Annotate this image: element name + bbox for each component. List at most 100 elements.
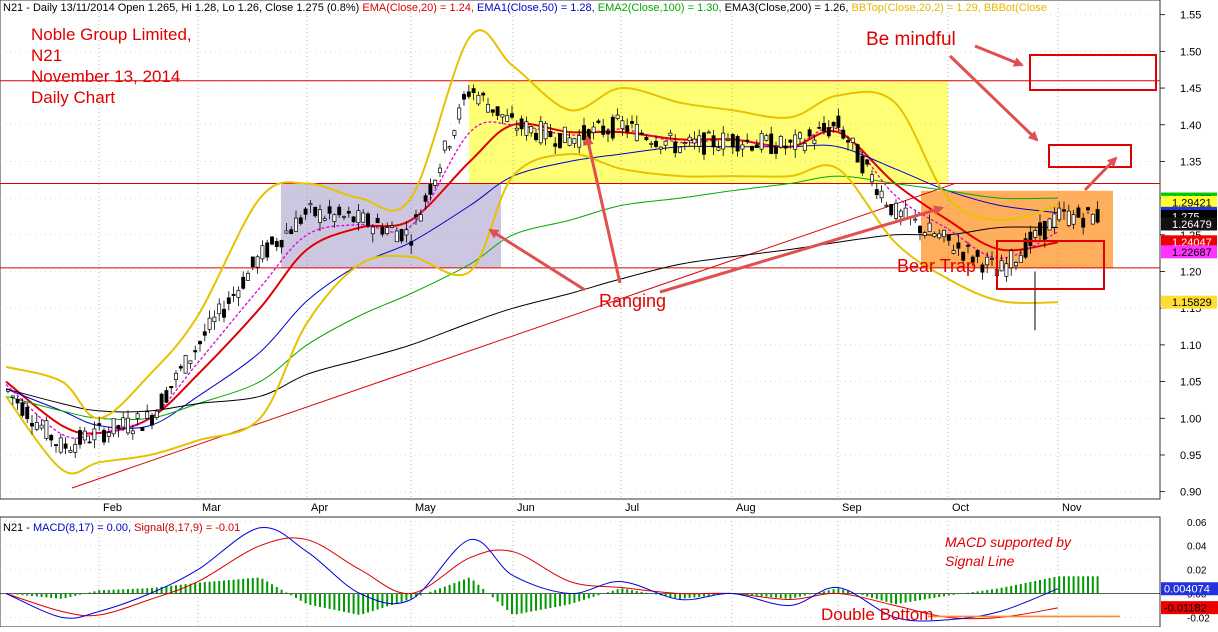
candle-body — [174, 372, 178, 380]
macd-label: 0.004074 — [1164, 584, 1210, 596]
candle-body — [898, 210, 903, 217]
y-tick-label: 1.05 — [1180, 377, 1201, 389]
candle-body — [836, 115, 841, 128]
candle-body — [265, 242, 270, 258]
candle-body — [438, 167, 442, 173]
candle-body — [202, 331, 207, 336]
chart-stage: 0.900.951.001.051.101.151.201.251.301.35… — [0, 0, 1218, 628]
candle-body — [601, 125, 606, 135]
candle-body — [1052, 213, 1057, 228]
x-tick-label-mar: Mar — [202, 502, 221, 514]
x-tick-label-nov: Nov — [1062, 502, 1082, 514]
candle-body — [874, 189, 879, 196]
candle-body — [337, 206, 342, 216]
candle-body — [135, 413, 140, 419]
candle-body — [346, 211, 351, 214]
candle-body — [433, 179, 438, 186]
candle-body — [159, 393, 164, 409]
macd-header-segment: Signal(8,17,9) = -0.01 — [134, 522, 240, 534]
macd-y-tick-label: 0.04 — [1187, 542, 1207, 553]
candle-body — [721, 132, 726, 150]
header-segment: BBBot(Close — [984, 2, 1047, 14]
candle-body — [826, 127, 831, 137]
candle-body — [414, 214, 418, 218]
y-tick-label: 1.40 — [1180, 120, 1201, 132]
y-tick-label: 1.20 — [1180, 267, 1201, 279]
bear-trap-label: Bear Trap — [897, 256, 976, 276]
candle-body — [58, 437, 63, 453]
candle-body — [34, 422, 39, 430]
candle-body — [423, 195, 428, 202]
candle-body — [750, 146, 754, 151]
candle-body — [1042, 220, 1047, 240]
y-tick-label: 0.95 — [1180, 450, 1201, 462]
candle-body — [351, 216, 356, 223]
candle-body — [471, 88, 476, 93]
candle-body — [198, 341, 202, 345]
candle-body — [178, 366, 183, 369]
candle-body — [404, 229, 409, 236]
candle-body — [572, 138, 577, 144]
candle-body — [390, 225, 394, 228]
candle-body — [942, 229, 946, 238]
candle-body — [130, 430, 135, 435]
candle-body — [63, 443, 68, 449]
candle-body — [596, 120, 601, 123]
candle-body — [548, 131, 553, 138]
title-line-4: Daily Chart — [31, 88, 115, 107]
candle-body — [610, 116, 615, 139]
candle-body — [270, 236, 274, 245]
candle-body — [260, 245, 265, 260]
candle-body — [865, 159, 870, 165]
candle-body — [164, 390, 169, 403]
candle-body — [481, 92, 486, 96]
candle-body — [855, 144, 860, 163]
candle-body — [15, 398, 20, 404]
macd-note-line-1: MACD supported by — [945, 534, 1072, 550]
candle-body — [1018, 254, 1023, 263]
candle-body — [6, 389, 10, 392]
candle-body — [49, 434, 54, 441]
candle-body — [236, 290, 241, 298]
x-tick-label-apr: Apr — [311, 502, 328, 514]
candle-body — [730, 134, 735, 148]
candle-body — [745, 139, 750, 142]
be-mindful-label: Be mindful — [866, 29, 956, 50]
candle-body — [735, 136, 740, 152]
y-tick-label: 1.10 — [1180, 340, 1201, 352]
candle-body — [442, 140, 447, 151]
candle-body — [769, 133, 774, 154]
candle-body — [951, 250, 956, 254]
candle-body — [678, 146, 682, 153]
candle-body — [284, 230, 289, 234]
candle-body — [1038, 222, 1042, 236]
candle-body — [1081, 217, 1086, 228]
header-segment: N21 - Daily 13/11/2014 Open 1.265, Hi 1.… — [3, 2, 362, 14]
macd-y-tick-label: 0.02 — [1187, 566, 1207, 577]
candle-body — [486, 104, 490, 113]
candle-body — [946, 234, 951, 241]
candle-body — [428, 184, 433, 195]
macd-header: N21 - MACD(8,17) = 0.00, Signal(8,17,9) … — [3, 522, 240, 534]
candle-body — [462, 94, 466, 100]
candle-body — [255, 256, 260, 268]
candle-body — [140, 427, 145, 432]
candle-body — [764, 135, 769, 141]
candle-body — [567, 137, 572, 146]
candle-body — [54, 444, 58, 446]
candle-body — [1009, 250, 1014, 269]
macd-header-segment: MACD(8,17) = 0.00, — [33, 522, 134, 534]
candle-body — [716, 147, 721, 151]
candle-body — [1066, 210, 1071, 226]
candle-body — [356, 210, 361, 223]
candle-body — [625, 125, 630, 132]
title-line-3: November 13, 2014 — [31, 67, 180, 86]
candle-body — [558, 133, 562, 149]
candle-body — [409, 241, 414, 246]
candle-body — [102, 429, 106, 443]
header-segment: EMA3(Close,200) = 1.26, — [725, 2, 852, 14]
candle-body — [150, 415, 154, 426]
candle-body — [226, 297, 231, 304]
x-tick-label-jul: Jul — [625, 502, 639, 514]
candle-body — [375, 217, 380, 224]
